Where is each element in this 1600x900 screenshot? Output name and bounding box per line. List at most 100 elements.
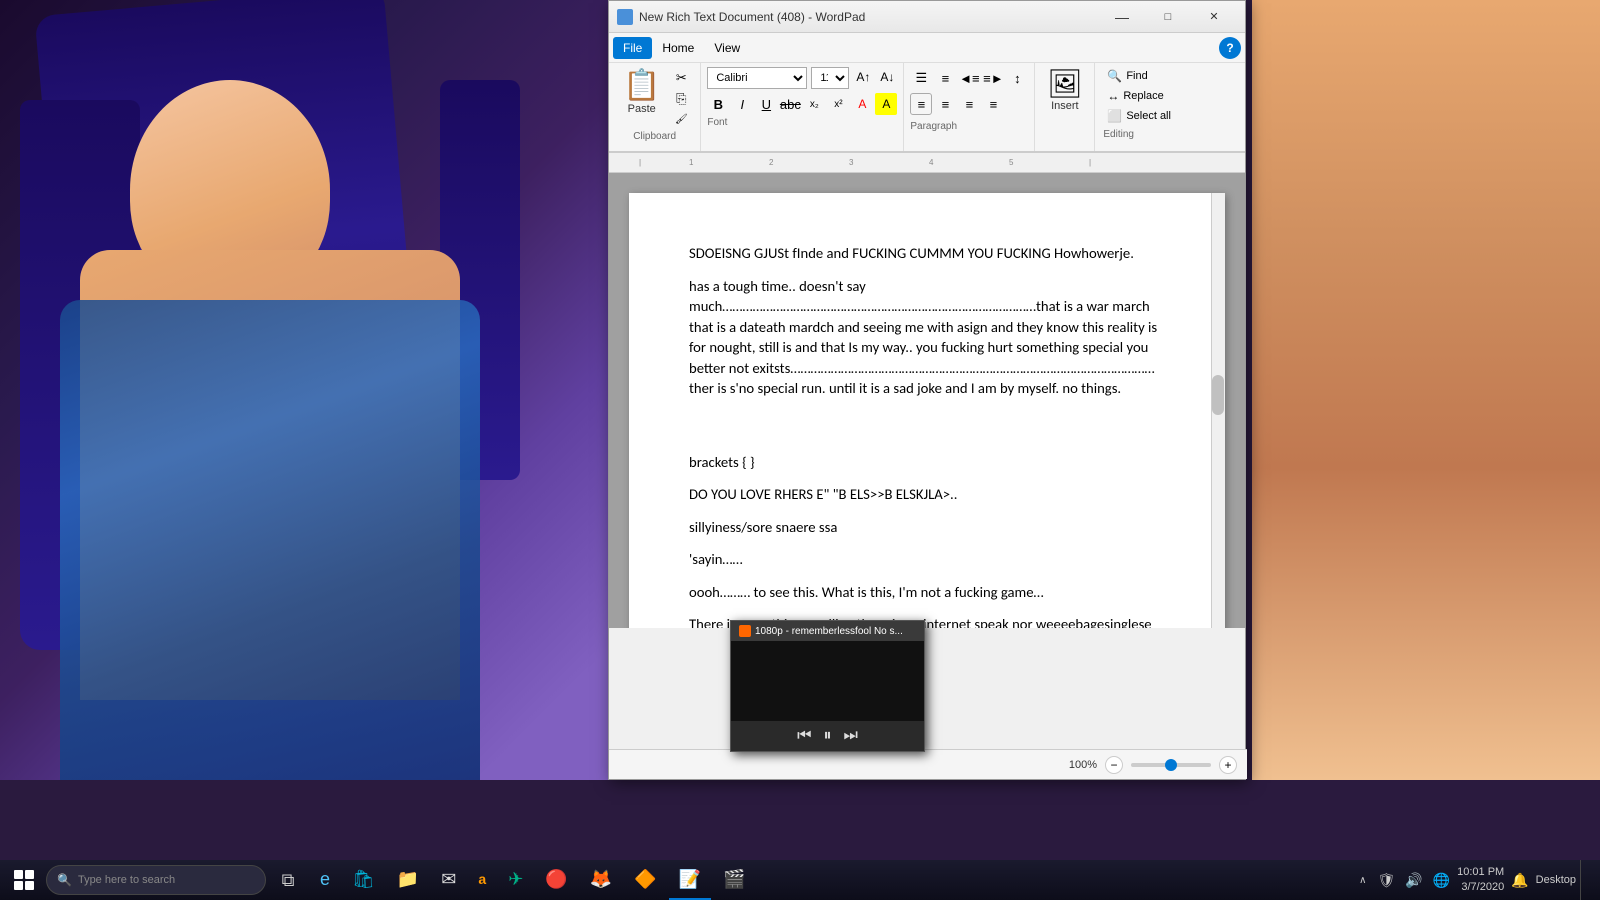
- bold-button[interactable]: B: [707, 93, 729, 115]
- wordpad-icon: [617, 9, 633, 25]
- align-center-button[interactable]: ≡: [934, 93, 956, 115]
- strikethrough-button[interactable]: abc: [779, 93, 801, 115]
- anime-background: [0, 0, 620, 780]
- paragraph-section: ☰ ≡ ◄≡ ≡► ↕ ≡ ≡ ≡ ≡ Paragraph: [904, 63, 1035, 151]
- taskbar-wordpad-app[interactable]: 📝: [669, 860, 711, 900]
- taskbar-mail-app[interactable]: ✉: [431, 860, 466, 900]
- media-play-pause-button[interactable]: ⏸: [823, 727, 831, 745]
- doc-line-7: oooh……… to see this. What is this, I'm n…: [689, 582, 1165, 603]
- wordpad-taskbar-icon: 📝: [679, 869, 701, 890]
- bullets-button[interactable]: ☰: [910, 67, 932, 89]
- taskbar-tripadvisor-app[interactable]: ✈: [498, 860, 533, 900]
- replace-button[interactable]: ↔ Replace: [1103, 87, 1175, 105]
- start-button[interactable]: [4, 860, 44, 900]
- clipboard-section: 📋 Paste ✂ ⎘ 🖌 Clipboard: [609, 63, 701, 151]
- find-button[interactable]: 🔍 Find: [1103, 67, 1175, 85]
- paste-label: Paste: [628, 103, 656, 115]
- document-scrollbar[interactable]: [1211, 193, 1225, 628]
- grow-font-button[interactable]: A↑: [853, 67, 873, 87]
- volume-icon[interactable]: 🔊: [1402, 872, 1425, 889]
- taskbar-daemon-app[interactable]: 🔴: [535, 860, 577, 900]
- font-name-select[interactable]: Calibri: [707, 67, 807, 89]
- media-next-button[interactable]: ⏭: [844, 727, 858, 745]
- italic-button[interactable]: I: [731, 93, 753, 115]
- tray-overflow-button[interactable]: ∧: [1355, 875, 1370, 886]
- find-icon: 🔍: [1107, 69, 1122, 83]
- text-color-button[interactable]: A: [851, 93, 873, 115]
- select-all-label: Select all: [1126, 110, 1171, 122]
- system-clock[interactable]: 10:01 PM 3/7/2020: [1457, 865, 1504, 896]
- taskbar-explorer-app[interactable]: 📁: [387, 860, 429, 900]
- search-icon: 🔍: [57, 873, 72, 887]
- copy-button[interactable]: ⎘: [670, 90, 692, 109]
- mail-icon: ✉: [441, 869, 456, 890]
- show-desktop-button[interactable]: [1580, 860, 1588, 900]
- document-page: SDOEISNG GJUSt fInde and FUCKING CUMMM Y…: [629, 193, 1225, 628]
- paste-button[interactable]: 📋 Paste: [617, 69, 666, 129]
- firefox-icon: 🦊: [590, 869, 612, 890]
- media-title: 1080p - rememberlessfool No s...: [755, 626, 903, 637]
- task-view-button[interactable]: ⧉: [268, 860, 308, 900]
- taskbar-app2[interactable]: 🎬: [713, 860, 755, 900]
- zoom-slider[interactable]: [1131, 763, 1211, 767]
- desktop-label[interactable]: Desktop: [1536, 874, 1576, 886]
- maximize-button[interactable]: □: [1145, 1, 1191, 33]
- scrollbar-thumb[interactable]: [1212, 375, 1224, 415]
- doc-line-4: DO YOU LOVE RHERS E" "B ELS>>B ELSKJLA>.…: [689, 484, 1165, 505]
- select-all-button[interactable]: ⬜ Select all: [1103, 107, 1175, 125]
- increase-indent-button[interactable]: ≡►: [982, 67, 1004, 89]
- shrink-font-button[interactable]: A↓: [877, 67, 897, 87]
- superscript-button[interactable]: x²: [827, 93, 849, 115]
- ruler: | 1 2 3 4 5 |: [609, 153, 1245, 173]
- taskbar-vlc-app[interactable]: 🔶: [624, 860, 666, 900]
- justify-button[interactable]: ≡: [982, 93, 1004, 115]
- subscript-button[interactable]: x₂: [803, 93, 825, 115]
- help-button[interactable]: ?: [1219, 37, 1241, 59]
- media-player-icon: [739, 625, 751, 637]
- taskbar-search[interactable]: 🔍 Type here to search: [46, 865, 266, 895]
- zoom-in-button[interactable]: +: [1219, 756, 1237, 774]
- search-placeholder: Type here to search: [78, 874, 175, 886]
- document-area[interactable]: SDOEISNG GJUSt fInde and FUCKING CUMMM Y…: [609, 173, 1245, 628]
- taskbar-edge-app[interactable]: e: [310, 860, 340, 900]
- zoom-out-button[interactable]: −: [1105, 756, 1123, 774]
- anime-dress: [60, 300, 480, 780]
- desktop: New Rich Text Document (408) - WordPad —…: [0, 0, 1600, 900]
- cut-button[interactable]: ✂: [670, 69, 692, 88]
- notifications-icon[interactable]: 🔔: [1508, 872, 1531, 889]
- menu-view[interactable]: View: [704, 37, 750, 59]
- menu-file[interactable]: File: [613, 37, 652, 59]
- decrease-indent-button[interactable]: ◄≡: [958, 67, 980, 89]
- doc-line-6: 'sayin……: [689, 549, 1165, 570]
- font-size-select[interactable]: 11: [811, 67, 849, 89]
- close-button[interactable]: ✕: [1191, 1, 1237, 33]
- media-prev-button[interactable]: ⏮: [797, 727, 811, 745]
- insert-picture-button[interactable]: 🖼: [1047, 67, 1083, 100]
- font-label: Font: [707, 117, 897, 128]
- zoom-slider-thumb[interactable]: [1165, 759, 1177, 771]
- picture-icon: 🖼: [1047, 68, 1083, 99]
- doc-line-1: SDOEISNG GJUSt fInde and FUCKING CUMMM Y…: [689, 243, 1165, 264]
- doc-line-2: has a tough time.. doesn't say much………………: [689, 276, 1165, 399]
- font-section: Calibri 11 A↑ A↓ B I U abc x₂ x² A A: [701, 63, 904, 151]
- menu-bar: File Home View ?: [609, 33, 1245, 63]
- taskbar-store-app[interactable]: 🛍: [342, 860, 385, 900]
- minimize-button[interactable]: —: [1099, 1, 1145, 33]
- taskbar-tray: ∧ 🛡 🔊 🌐 10:01 PM 3/7/2020 🔔 Desktop: [1355, 860, 1596, 900]
- taskbar-firefox-app[interactable]: 🦊: [580, 860, 622, 900]
- media-video-area[interactable]: [731, 641, 924, 721]
- menu-home[interactable]: Home: [652, 37, 704, 59]
- find-label: Find: [1126, 70, 1147, 82]
- right-background: [1252, 0, 1600, 780]
- taskbar-amazon-app[interactable]: a: [468, 860, 496, 900]
- align-right-button[interactable]: ≡: [958, 93, 980, 115]
- clock-time: 10:01 PM: [1457, 865, 1504, 880]
- align-left-button[interactable]: ≡: [910, 93, 932, 115]
- underline-button[interactable]: U: [755, 93, 777, 115]
- network-icon[interactable]: 🌐: [1430, 872, 1453, 889]
- media-player-popup: 1080p - rememberlessfool No s... ⏮ ⏸ ⏭: [730, 620, 925, 752]
- highlight-button[interactable]: A: [875, 93, 897, 115]
- numbering-button[interactable]: ≡: [934, 67, 956, 89]
- format-painter-button[interactable]: 🖌: [670, 110, 692, 129]
- line-spacing-button[interactable]: ↕: [1006, 67, 1028, 89]
